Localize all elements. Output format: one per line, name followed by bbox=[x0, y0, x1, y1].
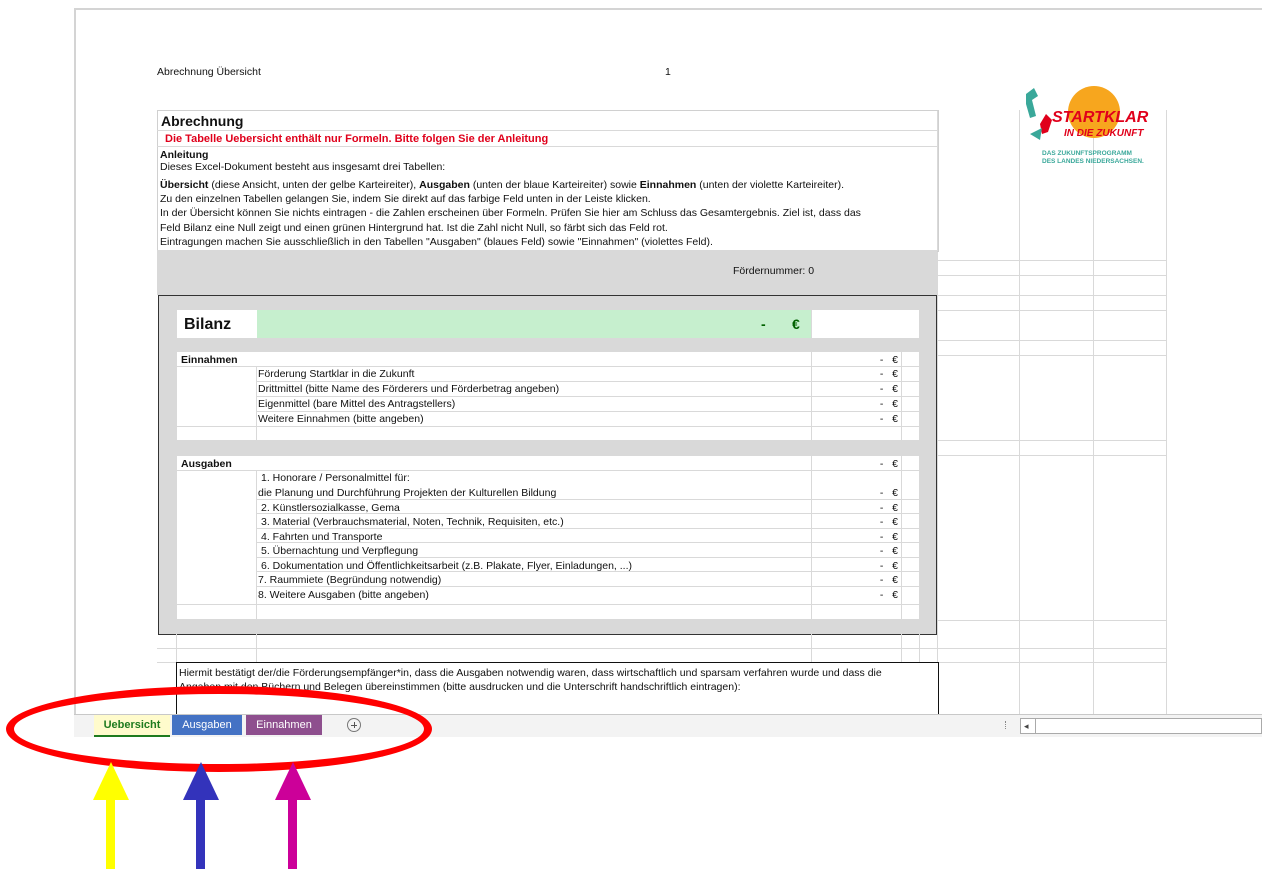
instruction-line-6: Eintragungen machen Sie ausschließlich i… bbox=[160, 236, 713, 248]
ausgaben-item-value: - € bbox=[879, 502, 898, 514]
einnahmen-item-value: - € bbox=[879, 368, 898, 380]
page-header-title: Abrechnung Übersicht bbox=[157, 66, 261, 78]
instruction-line-2: Übersicht (diese Ansicht, unten der gelb… bbox=[160, 179, 844, 191]
ausgaben-item-label: 6. Dokumentation und Öffentlichkeitsarbe… bbox=[261, 560, 633, 572]
instruction-line-4: In der Übersicht können Sie nichts eintr… bbox=[160, 207, 861, 219]
ausgaben-item-value: - € bbox=[879, 589, 898, 601]
highlight-ellipse bbox=[6, 686, 432, 772]
instruction-line-1: Dieses Excel-Dokument besteht aus insges… bbox=[160, 161, 446, 173]
ausgaben-item-value: - € bbox=[879, 531, 898, 543]
ausgaben-item-label: 3. Material (Verbrauchsmaterial, Noten, … bbox=[261, 516, 564, 528]
bilanz-right-cell bbox=[812, 310, 919, 338]
einnahmen-item-value: - € bbox=[879, 398, 898, 410]
einnahmen-item-label: Drittmittel (bitte Name des Förderers un… bbox=[258, 383, 560, 395]
foerdernummer: Fördernummer: 0 bbox=[733, 265, 815, 277]
einnahmen-item-label: Weitere Einnahmen (bitte angeben) bbox=[258, 413, 424, 425]
einnahmen-total: - € bbox=[879, 354, 898, 366]
startklar-logo: STARTKLAR IN DIE ZUKUNFT DAS ZUKUNFTSPRO… bbox=[1012, 84, 1172, 174]
ausgaben-label: Ausgaben bbox=[181, 458, 232, 470]
ausgaben-total: - € bbox=[879, 458, 898, 470]
einnahmen-item-value: - € bbox=[879, 383, 898, 395]
tab-splitter[interactable] bbox=[1005, 721, 1008, 729]
page-number: 1 bbox=[665, 66, 671, 78]
horizontal-scrollbar[interactable]: ◂ bbox=[1020, 718, 1262, 734]
einnahmen-label: Einnahmen bbox=[181, 354, 238, 366]
logo-line3: DAS ZUKUNFTSPROGRAMM bbox=[1042, 150, 1132, 157]
bilanz-currency: € bbox=[792, 316, 800, 332]
abrechnung-heading: Abrechnung bbox=[161, 113, 244, 129]
ausgaben-item-label: 1. Honorare / Personalmittel für: bbox=[261, 472, 410, 484]
ausgaben-item-label: 4. Fahrten und Transporte bbox=[261, 531, 383, 543]
ausgaben-item-label: 7. Raummiete (Begründung notwendig) bbox=[258, 574, 442, 586]
einnahmen-item-label: Eigenmittel (bare Mittel des Antragstell… bbox=[258, 398, 456, 410]
einnahmen-item-label: Förderung Startklar in die Zukunft bbox=[258, 368, 415, 380]
ausgaben-item-value: - € bbox=[879, 516, 898, 528]
ausgaben-item-label: 5. Übernachtung und Verpflegung bbox=[261, 545, 419, 557]
bilanz-value-cell bbox=[257, 310, 811, 338]
logo-line2: IN DIE ZUKUNFT bbox=[1064, 128, 1144, 139]
ausgaben-item-value: - € bbox=[879, 560, 898, 572]
bilanz-label: Bilanz bbox=[184, 316, 232, 333]
einnahmen-item-value: - € bbox=[879, 413, 898, 425]
ausgaben-item-label: die Planung und Durchführung Projekten d… bbox=[258, 487, 557, 499]
anleitung-label: Anleitung bbox=[160, 149, 209, 161]
instruction-line-5: Feld Bilanz eine Null zeigt und einen gr… bbox=[160, 222, 668, 234]
scroll-left-icon[interactable]: ◂ bbox=[1024, 721, 1029, 731]
ausgaben-item-label: 8. Weitere Ausgaben (bitte angeben) bbox=[258, 589, 429, 601]
foerdernummer-band bbox=[157, 250, 937, 295]
bilanz-value: - bbox=[761, 316, 766, 332]
warning-text: Die Tabelle Uebersicht enthält nur Forme… bbox=[165, 133, 549, 145]
logo-line4: DES LANDES NIEDERSACHSEN. bbox=[1042, 158, 1144, 165]
logo-line1: STARTKLAR bbox=[1052, 109, 1149, 126]
confirmation-line-1: Hiermit bestätigt der/die Förderungsempf… bbox=[179, 667, 882, 679]
ausgaben-item-value: - € bbox=[879, 545, 898, 557]
ausgaben-item-value: - € bbox=[879, 487, 898, 499]
instruction-line-3: Zu den einzelnen Tabellen gelangen Sie, … bbox=[160, 193, 651, 205]
ausgaben-item-label: 2. Künstlersozialkasse, Gema bbox=[261, 502, 400, 514]
ausgaben-item-value: - € bbox=[879, 574, 898, 586]
